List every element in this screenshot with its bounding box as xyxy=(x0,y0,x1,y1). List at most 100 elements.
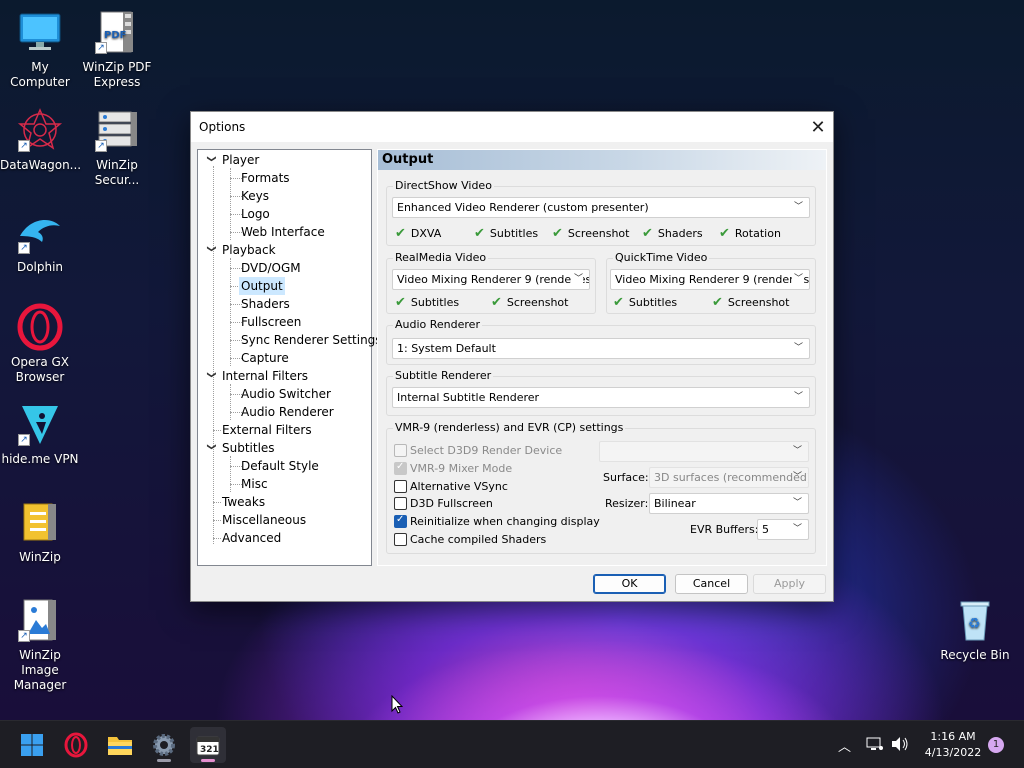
checkmark-icon: ✔ xyxy=(712,295,723,310)
tree-item-internal-filters[interactable]: ❯ Internal Filters xyxy=(198,367,368,385)
resizer-select[interactable]: Bilinear ﹀ xyxy=(649,493,809,514)
vmr9-mixer-checkbox[interactable] xyxy=(394,461,407,475)
notification-badge[interactable]: 1 xyxy=(988,737,1004,753)
opera-gx-icon xyxy=(16,303,64,351)
tree-item-advanced[interactable]: Advanced xyxy=(198,529,368,547)
select-d3d9-label: Select D3D9 Render Device xyxy=(410,444,563,457)
render-device-select[interactable]: ﹀ xyxy=(599,441,809,462)
clock-time[interactable]: 1:16 AM xyxy=(918,730,988,743)
tree-item-external-filters[interactable]: External Filters xyxy=(198,421,368,439)
checkmark-icon: ✔ xyxy=(552,226,563,241)
surface-label: Surface: xyxy=(603,471,649,484)
chevron-down-icon[interactable]: ❯ xyxy=(202,155,220,165)
d3d-fullscreen-checkbox[interactable] xyxy=(394,497,407,510)
tree-item-formats[interactable]: Formats xyxy=(198,169,368,187)
file-explorer-icon xyxy=(108,737,132,755)
tree-item-capture[interactable]: Capture xyxy=(198,349,368,367)
winzip-secure-icon: ↗ xyxy=(93,106,141,154)
realmedia-renderer-select[interactable]: Video Mixing Renderer 9 (renderless) ﹀ xyxy=(392,269,590,290)
taskbar-media-player[interactable]: 321 xyxy=(190,727,226,763)
tree-item-sync-renderer[interactable]: Sync Renderer Settings xyxy=(198,331,382,349)
ok-button[interactable]: OK xyxy=(593,574,666,594)
quicktime-renderer-select[interactable]: Video Mixing Renderer 9 (renderless) ﹀ xyxy=(610,269,810,290)
tree-item-shaders[interactable]: Shaders xyxy=(198,295,368,313)
subtitle-renderer-group: Subtitle Renderer Internal Subtitle Rend… xyxy=(386,369,816,416)
evr-buffers-select[interactable]: 5 ﹀ xyxy=(757,519,809,540)
chevron-up-icon[interactable]: ︿ xyxy=(838,736,851,755)
chevron-down-icon[interactable]: ❯ xyxy=(202,371,220,381)
settings-gear-icon xyxy=(153,734,175,756)
apply-button[interactable]: Apply xyxy=(753,574,826,594)
tree-item-keys[interactable]: Keys xyxy=(198,187,368,205)
d3d-fullscreen-label: D3D Fullscreen xyxy=(410,497,493,510)
taskbar-file-explorer[interactable] xyxy=(102,727,138,763)
tree-item-audio-renderer[interactable]: Audio Renderer xyxy=(198,403,368,421)
desktop-icon-datawagon[interactable]: ↗ DataWagon... xyxy=(0,106,81,173)
directshow-renderer-select[interactable]: Enhanced Video Renderer (custom presente… xyxy=(392,197,810,218)
desktop-icon-my-computer[interactable]: My Computer xyxy=(0,8,80,90)
chevron-down-icon[interactable]: ❯ xyxy=(202,245,220,255)
desktop-icon-hideme-vpn[interactable]: ↗ hide.me VPN xyxy=(0,400,80,467)
output-panel: Output DirectShow Video Enhanced Video R… xyxy=(377,149,827,566)
tree-item-default-style[interactable]: Default Style xyxy=(198,457,368,475)
alternative-vsync-checkbox[interactable] xyxy=(394,480,407,493)
cancel-button[interactable]: Cancel xyxy=(675,574,748,594)
chevron-down-icon[interactable]: ❯ xyxy=(202,443,220,453)
checkmark-icon: ✔ xyxy=(642,226,653,241)
desktop-icon-winzip-secure[interactable]: ↗ WinZip Secur... xyxy=(77,106,157,188)
tree-item-playback[interactable]: ❯ Playback xyxy=(198,241,368,259)
checkmark-icon: ✔ xyxy=(719,226,730,241)
reinitialize-checkbox[interactable] xyxy=(394,514,407,528)
cap-shaders: ✔ Shaders xyxy=(642,226,703,241)
surface-select[interactable]: 3D surfaces (recommended) ﹀ xyxy=(649,467,809,488)
dialog-title: Options xyxy=(199,120,246,134)
desktop-icon-opera-gx[interactable]: Opera GX Browser xyxy=(0,303,80,385)
opera-gx-icon xyxy=(64,732,88,758)
tree-item-web-interface[interactable]: Web Interface xyxy=(198,223,368,241)
audio-renderer-select[interactable]: 1: System Default ﹀ xyxy=(392,338,810,359)
evr-buffers-label: EVR Buffers: xyxy=(690,523,759,536)
clock-date[interactable]: 4/13/2022 xyxy=(918,746,988,759)
directshow-group: DirectShow Video Enhanced Video Renderer… xyxy=(386,179,816,246)
dialog-titlebar[interactable]: Options ✕ xyxy=(191,112,833,142)
cache-shaders-label: Cache compiled Shaders xyxy=(410,533,547,546)
checkmark-icon: ✔ xyxy=(491,295,502,310)
tree-item-dvd-ogm[interactable]: DVD/OGM xyxy=(198,259,368,277)
select-d3d9-checkbox[interactable] xyxy=(394,444,407,457)
tree-item-logo[interactable]: Logo xyxy=(198,205,368,223)
desktop-icon-label: WinZip PDF Express xyxy=(82,60,152,89)
active-indicator xyxy=(201,759,215,762)
audio-renderer-group: Audio Renderer 1: System Default ﹀ xyxy=(386,318,816,365)
windows-start-icon xyxy=(21,734,43,756)
hideme-vpn-icon: ↗ xyxy=(16,400,64,448)
chevron-down-icon: ﹀ xyxy=(791,270,803,289)
start-button[interactable] xyxy=(14,727,50,763)
tree-item-audio-switcher[interactable]: Audio Switcher xyxy=(198,385,368,403)
tree-item-player[interactable]: ❯ Player xyxy=(198,151,368,169)
subtitle-renderer-select[interactable]: Internal Subtitle Renderer ﹀ xyxy=(392,387,810,408)
tree-item-subtitles[interactable]: ❯ Subtitles xyxy=(198,439,368,457)
desktop-icon-winzip[interactable]: WinZip xyxy=(0,498,80,565)
options-dialog: Options ✕ ❯ Player Formats Keys Logo Web… xyxy=(190,111,834,602)
recycle-bin-icon: ♻ xyxy=(951,596,999,644)
desktop-icon-winzip-pdf[interactable]: PDF ↗ WinZip PDF Express xyxy=(77,8,157,90)
desktop-icon-winzip-image-manager[interactable]: ↗ WinZip Image Manager xyxy=(0,596,80,693)
tree-item-tweaks[interactable]: Tweaks xyxy=(198,493,368,511)
volume-icon[interactable] xyxy=(890,736,910,752)
desktop-icon-label: hide.me VPN xyxy=(1,452,79,466)
tree-item-misc[interactable]: Misc xyxy=(198,475,368,493)
tree-item-miscellaneous[interactable]: Miscellaneous xyxy=(198,511,368,529)
tree-item-fullscreen[interactable]: Fullscreen xyxy=(198,313,368,331)
network-icon[interactable] xyxy=(866,736,884,752)
tree-item-output[interactable]: Output xyxy=(198,277,368,295)
alternative-vsync-label: Alternative VSync xyxy=(410,480,508,493)
close-icon: ✕ xyxy=(810,116,826,138)
desktop-icon-dolphin[interactable]: ↗ Dolphin xyxy=(0,208,80,275)
cache-shaders-checkbox[interactable] xyxy=(394,533,407,546)
desktop-icon-recycle-bin[interactable]: ♻ Recycle Bin xyxy=(935,596,1015,663)
close-button[interactable]: ✕ xyxy=(803,112,833,142)
vmr-settings-group: VMR-9 (renderless) and EVR (CP) settings… xyxy=(386,421,816,554)
taskbar-opera-gx[interactable] xyxy=(58,727,94,763)
taskbar-settings[interactable] xyxy=(146,727,182,763)
realmedia-cap-screenshot: ✔ Screenshot xyxy=(491,295,569,310)
